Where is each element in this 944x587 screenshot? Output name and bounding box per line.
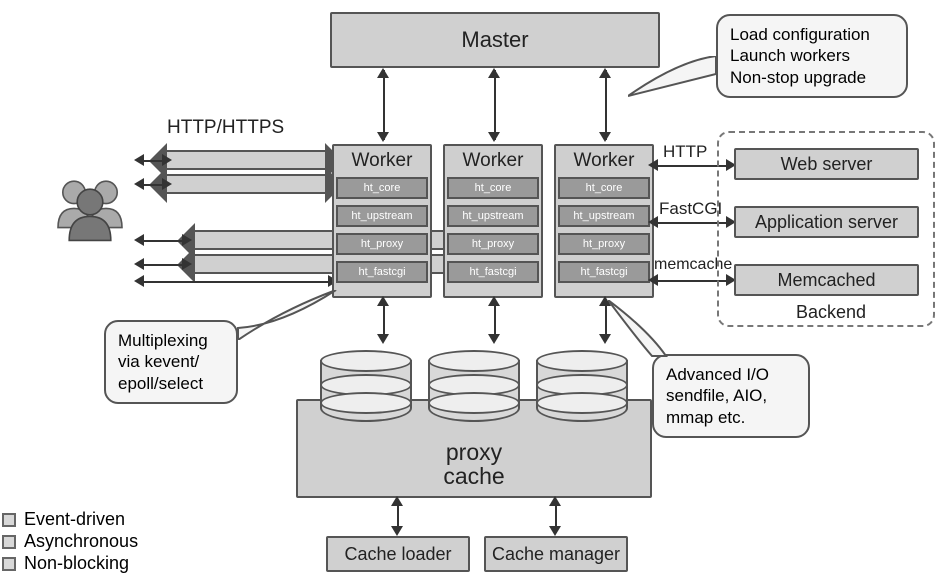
worker-title: Worker [574, 150, 635, 172]
wide-arrow-top1 [165, 150, 327, 170]
arrowhead [488, 334, 500, 344]
app-server-box: Application server [734, 206, 919, 238]
http-https-label: HTTP/HTTPS [167, 117, 284, 139]
cache-loader-box: Cache loader [326, 536, 470, 572]
arrowhead [648, 159, 658, 171]
callout-line: sendfile, AIO, [666, 385, 796, 406]
master-callout: Load configuration Launch workers Non-st… [716, 14, 908, 98]
legend-square-icon [2, 535, 16, 549]
worker-module: ht_fastcgi [336, 261, 428, 283]
arrowhead [599, 68, 611, 78]
cache-cylinder-3 [536, 350, 628, 428]
legend-item: Non-blocking [2, 553, 138, 574]
worker-module: ht_fastcgi [447, 261, 539, 283]
legend: Event-driven Asynchronous Non-blocking [2, 508, 138, 575]
arrowhead [391, 526, 403, 536]
callout-tail-svg [232, 290, 342, 340]
arrowhead [134, 258, 144, 270]
arrow-master-worker2 [494, 70, 496, 140]
legend-square-icon [2, 557, 16, 571]
arrowhead [488, 132, 500, 142]
arrow-master-worker3 [605, 70, 607, 140]
callout-line: Launch workers [730, 45, 894, 66]
arrowhead [648, 274, 658, 286]
callout-line: Advanced I/O [666, 364, 796, 385]
arrowhead [377, 296, 389, 306]
worker-box-3: Worker ht_core ht_upstream ht_proxy ht_f… [554, 144, 654, 298]
arrowhead [182, 258, 192, 270]
arrowhead [377, 132, 389, 142]
arrowhead [182, 234, 192, 246]
master-box: Master [330, 12, 660, 68]
arrowhead [377, 334, 389, 344]
callout-line: Multiplexing [118, 330, 224, 351]
arrowhead [391, 496, 403, 506]
worker-module: ht_upstream [336, 205, 428, 227]
arrowhead [599, 296, 611, 306]
worker-module: ht_proxy [336, 233, 428, 255]
worker-module: ht_upstream [558, 205, 650, 227]
callout-line: Non-stop upgrade [730, 67, 894, 88]
arrowhead [599, 334, 611, 344]
arrowhead [488, 296, 500, 306]
callout-line: via kevent/ [118, 351, 224, 372]
callout-line: epoll/select [118, 373, 224, 394]
worker-title: Worker [352, 150, 413, 172]
legend-item: Asynchronous [2, 531, 138, 552]
legend-label: Asynchronous [24, 531, 138, 552]
worker-module: ht_upstream [447, 205, 539, 227]
thin-arrow [142, 240, 186, 242]
worker-box-1: Worker ht_core ht_upstream ht_proxy ht_f… [332, 144, 432, 298]
arrowhead [549, 496, 561, 506]
thin-arrow [142, 264, 186, 266]
legend-label: Non-blocking [24, 553, 129, 574]
arrow-master-worker1 [383, 70, 385, 140]
legend-square-icon [2, 513, 16, 527]
arrowhead [549, 526, 561, 536]
arrowhead [134, 275, 144, 287]
backend-title: Backend [796, 302, 866, 323]
arrowhead [377, 68, 389, 78]
legend-item: Event-driven [2, 509, 138, 530]
worker-title: Worker [463, 150, 524, 172]
mux-callout: Multiplexing via kevent/ epoll/select [104, 320, 238, 404]
arrowhead [134, 154, 144, 166]
users-icon [50, 170, 130, 250]
cache-cylinder-1 [320, 350, 412, 428]
arrowhead [599, 132, 611, 142]
arrowhead [134, 178, 144, 190]
worker-module: ht_fastcgi [558, 261, 650, 283]
worker-box-2: Worker ht_core ht_upstream ht_proxy ht_f… [443, 144, 543, 298]
memcached-box: Memcached [734, 264, 919, 296]
arrowhead [488, 68, 500, 78]
web-server-box: Web server [734, 148, 919, 180]
cache-label: cache [443, 464, 504, 488]
legend-label: Event-driven [24, 509, 125, 530]
worker-module: ht_core [558, 177, 650, 199]
worker-module: ht_proxy [447, 233, 539, 255]
wide-arrow-top2 [165, 174, 327, 194]
worker-module: ht_proxy [558, 233, 650, 255]
callout-tail-svg [628, 56, 728, 106]
http-label: HTTP [663, 142, 707, 162]
callout-line: Load configuration [730, 24, 894, 45]
callout-line: mmap etc. [666, 407, 796, 428]
proxy-label: proxy [446, 440, 502, 464]
thin-arrow [142, 281, 332, 283]
worker-module: ht_core [336, 177, 428, 199]
fastcgi-label: FastCGI [659, 199, 722, 219]
arrowhead [162, 178, 172, 190]
arrowhead [134, 234, 144, 246]
arrowhead [648, 216, 658, 228]
worker-module: ht_core [447, 177, 539, 199]
cache-cylinder-2 [428, 350, 520, 428]
arrowhead [162, 154, 172, 166]
cache-manager-box: Cache manager [484, 536, 628, 572]
